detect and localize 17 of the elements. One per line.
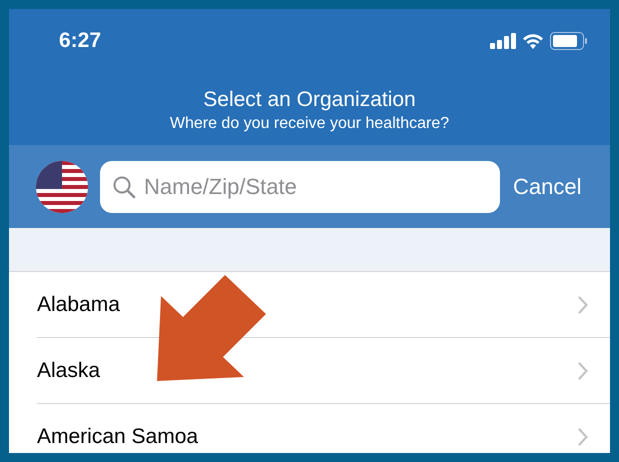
search-field[interactable]: Name/Zip/State <box>100 160 500 212</box>
row-label: Alabama <box>37 292 120 318</box>
screen-subtitle: Where do you receive your healthcare? <box>170 114 450 134</box>
row-label: Alaska <box>37 358 100 384</box>
list-row[interactable]: American Samoa <box>37 404 610 453</box>
chevron-icon <box>578 428 588 446</box>
status-time: 6:27 <box>59 28 102 54</box>
chevron-icon <box>578 296 588 314</box>
screen-title: Select an Organization <box>203 87 416 113</box>
chevron-icon <box>578 362 588 380</box>
battery-icon <box>550 32 588 50</box>
search-icon <box>112 174 136 198</box>
cancel-button[interactable]: Cancel <box>512 170 582 203</box>
row-label: American Samoa <box>37 424 198 450</box>
flag-icon[interactable] <box>36 160 88 212</box>
wifi-icon <box>522 33 544 49</box>
signal-icon <box>490 33 516 49</box>
